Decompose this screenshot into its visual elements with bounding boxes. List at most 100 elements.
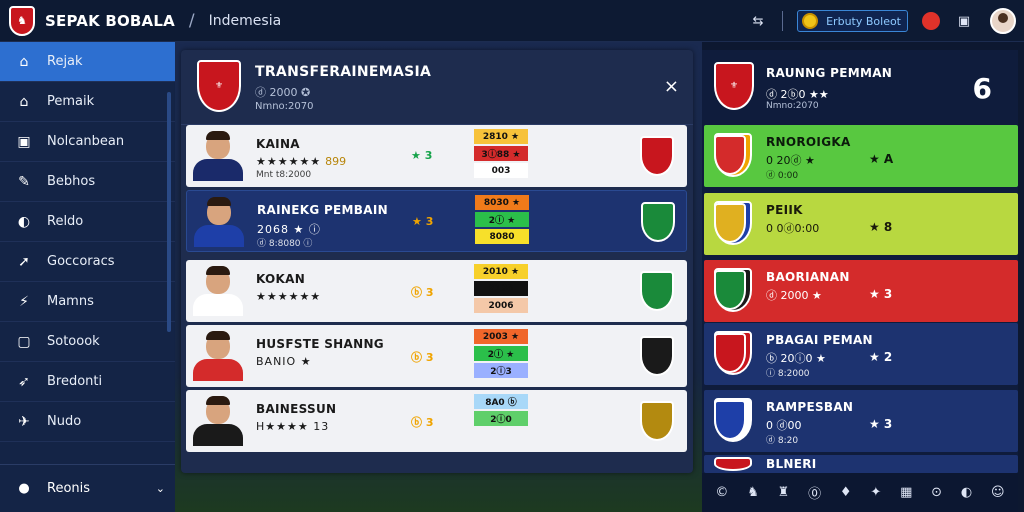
transfer-title: TRANSFERAINEMASIA (255, 64, 432, 80)
player-badge-value: ★ 3 (411, 149, 433, 162)
player-stars: H★★★★ 13 (256, 420, 330, 433)
sidebar-item-label: Goccoracs (47, 254, 115, 269)
player-badge: ★ 3 (411, 149, 432, 162)
stat-bar: 2010 ★ (474, 264, 528, 279)
player-kit (193, 159, 243, 181)
bottom-toolbar: © ♞ ♜ ⓪ ♦ ✦ ▦ ⊙ ◐ ☺ (702, 473, 1018, 512)
player-rating: 899 (325, 155, 347, 168)
stat-bar: 8A0 ⓑ (474, 394, 528, 409)
chevron-down-icon[interactable]: ⌄ (156, 482, 165, 495)
player-row[interactable]: KAINA ★★★★★★ 899 Mnt t8:2000 ★ 3 2810 ★ 3ⓘ88 ★… (186, 125, 687, 187)
avatar[interactable] (990, 8, 1016, 34)
notification-icon[interactable] (922, 12, 940, 30)
player-row[interactable]: HUSFSTE SHANNG BANIO ★ ⓑ 3 2003 ★ 2ⓘ ★ 2ⓘ3 (186, 325, 687, 387)
share-icon[interactable]: ⇆ (746, 9, 770, 33)
ranking-count: 6 (972, 72, 992, 105)
ranking-name: BAORIANAN (766, 270, 850, 284)
ranking-track: ⓘ 8:2000 (766, 369, 810, 379)
ranking-row[interactable]: PEIIK 0 0ⓓ0:00 ★ 8 (704, 193, 1018, 255)
ranking-subtitle-2: Nmno:2070 (766, 101, 819, 111)
ranking-row[interactable]: BAORIANAN ⓓ 2000 ★ ★ 3 (704, 260, 1018, 322)
top-actions: ⇆ Erbuty Boleot ▣ (740, 5, 1016, 37)
player-bars: 8030 ★ 2ⓘ ★ 8080 (475, 195, 529, 246)
sidebar-scrollbar[interactable] (167, 92, 171, 332)
knight-icon[interactable]: ♞ (747, 485, 759, 500)
toggle-icon[interactable]: ◐ (961, 485, 972, 500)
house-icon: ⌂ (19, 93, 29, 110)
ranking-row[interactable]: BLNERI (704, 455, 1018, 473)
balance-box[interactable]: Erbuty Boleot (797, 10, 908, 32)
sidebar-item-label: Reldo (47, 214, 84, 229)
player-bars: 2810 ★ 3ⓘ88 ★ 003 (474, 129, 528, 180)
club-crest-icon (640, 136, 674, 176)
sidebar-item[interactable]: ➶ Bredonti (0, 362, 175, 402)
sidebar-item-label: Rejak (47, 54, 83, 69)
sidebar-item[interactable]: ➚ Goccoracs (0, 242, 175, 282)
ranking-rating: ★ 2 (869, 350, 893, 364)
coin-icon (802, 13, 819, 29)
stat-bar: 2138 (474, 281, 528, 296)
sidebar-footer[interactable]: ● Reonis ⌄ (0, 464, 175, 512)
club-crest-icon (714, 400, 746, 440)
window-icon[interactable]: ▣ (952, 9, 976, 33)
transfer-subtitle: ⓓ 2000 ✪ (255, 86, 311, 99)
close-icon[interactable]: × (664, 76, 679, 97)
player-stats: ★★★★★★ 899 (256, 155, 346, 168)
ranking-row[interactable]: RNOROIGKA 0 20ⓓ ★ ⓓ 0:00 ★ A (704, 125, 1018, 187)
gem-icon[interactable]: ♦ (840, 485, 852, 500)
sidebar-item[interactable]: ▢ Sotoook (0, 322, 175, 362)
spark-icon[interactable]: ✦ (870, 485, 881, 500)
sidebar-item[interactable]: ◐ Reldo (0, 202, 175, 242)
arrow-icon: ➚ (18, 253, 30, 270)
player-name: KOKAN (256, 272, 306, 286)
player-stars: ★★★★★★ (256, 290, 322, 303)
player-row[interactable]: RAINEKG PEMBAIN 2068 ★ ⓘ ⓓ 8:8080 ⓘ ★ 3 8030… (186, 190, 687, 252)
player-track: Mnt t8:2000 (256, 170, 312, 180)
mascot-icon[interactable]: ☺ (991, 485, 1005, 500)
ranking-panel: ⚜ RAUNNG PEMMAN ⓓ 2ⓑ0 ★★ Nmno:2070 6 RNO… (702, 50, 1018, 512)
player-row[interactable]: BAINESSUN H★★★★ 13 ⓑ 3 8A0 ⓑ 2ⓘ0 (186, 390, 687, 452)
badge-icon[interactable]: ⓪ (808, 483, 821, 502)
sidebar-item-label: Nudo (47, 414, 82, 429)
trophy-icon[interactable]: ♜ (778, 485, 790, 500)
stat-bar: 3ⓘ88 ★ (474, 146, 528, 161)
ranking-row[interactable]: RAMPESBAN 0 ⓓ00 ⓓ 8:20 ★ 3 (704, 390, 1018, 452)
breadcrumb-separator: / (188, 10, 195, 31)
home-icon: ⌂ (19, 53, 29, 70)
target-icon[interactable]: ⊙ (931, 485, 942, 500)
stat-bar: 8080 (475, 229, 529, 244)
sidebar-item[interactable]: ▣ Nolcanbean (0, 122, 175, 162)
breadcrumb[interactable]: Indemesia (209, 13, 282, 29)
player-hair (206, 266, 230, 275)
sidebar-item[interactable]: ✎ Bebhos (0, 162, 175, 202)
player-row[interactable]: KOKAN ★★★★★★ ⓑ 3 2010 ★ 2138 2006 (186, 260, 687, 322)
bolt-icon: ⚡ (19, 293, 29, 310)
stat-bar: 2003 ★ (474, 329, 528, 344)
player-hair (206, 131, 230, 140)
sidebar-item[interactable]: ⚡ Mamns (0, 282, 175, 322)
player-portrait (194, 197, 244, 247)
plane-icon: ✈ (18, 413, 30, 430)
app-logo[interactable]: ♞ (9, 5, 35, 36)
sidebar-item-label: Mamns (47, 294, 94, 309)
stat-bar: 003 (474, 163, 528, 178)
player-stats: ★★★★★★ (256, 290, 325, 303)
ranking-track: ⓓ 0:00 (766, 171, 799, 181)
club-crest-icon (714, 203, 746, 243)
cube-icon[interactable]: ▦ (900, 485, 912, 500)
transfer-subtitle-2: Nmno:2070 (255, 101, 314, 112)
club-crest-icon (714, 333, 746, 373)
balance-label: Erbuty Boleot (826, 14, 901, 28)
stat-bar: 2ⓘ ★ (475, 212, 529, 227)
ranking-header: ⚜ RAUNNG PEMMAN ⓓ 2ⓑ0 ★★ Nmno:2070 6 (702, 50, 1018, 125)
info-icon[interactable]: © (715, 485, 728, 500)
sidebar-item[interactable]: ✈ Nudo (0, 402, 175, 442)
ranking-name: RAMPESBAN (766, 400, 854, 414)
player-stars: ★★★★★★ (256, 155, 322, 168)
player-hair (207, 197, 231, 206)
ranking-rating: ★ 3 (869, 287, 893, 301)
sidebar-item[interactable]: ⌂ Rejak (0, 42, 175, 82)
sidebar-item[interactable]: ⌂ Pemaik (0, 82, 175, 122)
ranking-row[interactable]: PBAGAI PEMAN ⓑ 20ⓘ0 ★ ⓘ 8:2000 ★ 2 (704, 323, 1018, 385)
club-crest-icon (714, 135, 746, 175)
